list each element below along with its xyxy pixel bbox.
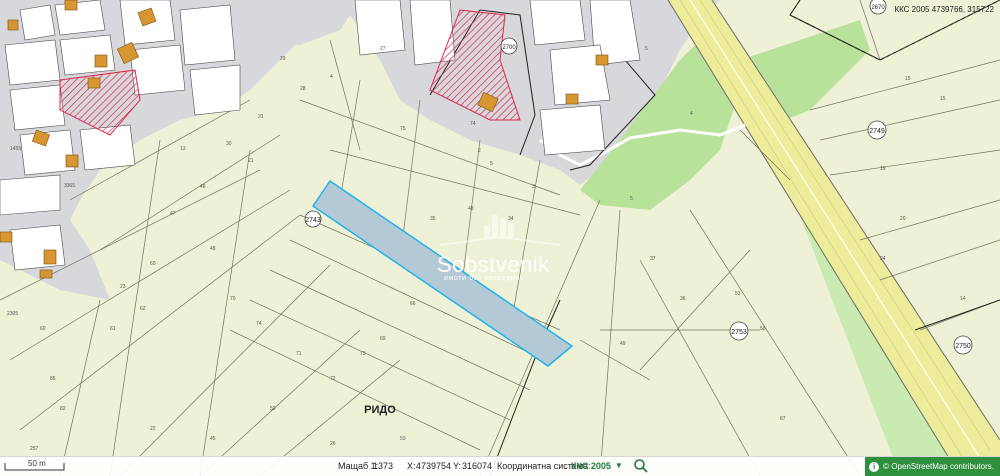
- svg-text:5: 5: [490, 161, 493, 167]
- coordinate-readout: ККС 2005 4739766, 315722: [894, 5, 994, 14]
- svg-text:85: 85: [50, 376, 56, 382]
- svg-text:50: 50: [270, 406, 276, 412]
- svg-text:62: 62: [140, 306, 146, 312]
- parcel-id-2749[interactable]: 2749: [867, 120, 887, 140]
- svg-text:4: 4: [330, 74, 333, 80]
- svg-text:75: 75: [400, 126, 406, 132]
- svg-text:2305: 2305: [7, 311, 18, 317]
- svg-text:48: 48: [468, 206, 474, 212]
- svg-text:47: 47: [170, 211, 176, 217]
- svg-text:73: 73: [360, 351, 366, 357]
- svg-text:45: 45: [210, 436, 216, 442]
- svg-text:27: 27: [380, 46, 386, 52]
- x-label: X:: [407, 461, 416, 471]
- svg-text:69: 69: [380, 336, 386, 342]
- svg-text:3365: 3365: [64, 183, 75, 189]
- place-label: РИДО: [364, 404, 396, 416]
- svg-text:48: 48: [210, 246, 216, 252]
- crs-select[interactable]: ККС 2005 ▼: [571, 459, 623, 472]
- svg-text:2743: 2743: [305, 217, 321, 224]
- attribution[interactable]: i © OpenStreetMap contributors.: [865, 457, 1000, 476]
- svg-text:60: 60: [150, 261, 156, 267]
- svg-text:2700: 2700: [502, 45, 516, 51]
- svg-text:71: 71: [296, 351, 302, 357]
- svg-text:1455: 1455: [10, 146, 21, 152]
- svg-text:46: 46: [200, 184, 206, 190]
- search-icon: [634, 459, 648, 473]
- svg-text:3: 3: [532, 184, 535, 190]
- svg-text:23: 23: [120, 284, 126, 290]
- watermark-tagline: имоти без посредник: [444, 275, 524, 282]
- parcel-id-2753[interactable]: 2753: [729, 321, 749, 341]
- svg-text:74: 74: [256, 321, 262, 327]
- svg-text:15: 15: [940, 96, 946, 102]
- svg-text:5: 5: [630, 196, 633, 202]
- status-bar: 50 m Мащаб 1: 1373 X: 4739754 Y: 316074 …: [0, 456, 1000, 476]
- svg-text:29: 29: [280, 56, 286, 62]
- svg-text:53: 53: [735, 291, 741, 297]
- parcel-id-2700[interactable]: 2700: [500, 37, 518, 55]
- svg-text:15: 15: [905, 76, 911, 82]
- parcel-id-2670[interactable]: 2670: [869, 0, 887, 15]
- attribution-text: © OpenStreetMap contributors.: [883, 462, 994, 471]
- y-label: Y:: [453, 461, 462, 471]
- x-value: 4739754: [416, 461, 452, 471]
- svg-text:53: 53: [400, 436, 406, 442]
- svg-text:28: 28: [300, 86, 306, 92]
- svg-text:19: 19: [880, 166, 886, 172]
- svg-text:13: 13: [180, 146, 186, 152]
- svg-text:5: 5: [645, 46, 648, 52]
- svg-text:72: 72: [330, 376, 336, 382]
- parcel-id-2750[interactable]: 2750: [953, 335, 973, 355]
- svg-text:4: 4: [690, 111, 693, 117]
- info-icon[interactable]: i: [869, 461, 880, 472]
- y-value: 316074: [462, 461, 493, 471]
- svg-text:2: 2: [478, 148, 481, 154]
- svg-text:21: 21: [258, 114, 264, 120]
- svg-text:87: 87: [780, 416, 786, 422]
- scale-value: 1373: [373, 461, 394, 471]
- svg-text:2753: 2753: [731, 329, 747, 336]
- svg-text:66: 66: [410, 301, 416, 307]
- scale-bar-label: 50 m: [28, 459, 46, 468]
- svg-text:60: 60: [40, 326, 46, 332]
- scale-bar: 50 m: [4, 459, 66, 471]
- svg-text:30: 30: [226, 141, 232, 147]
- svg-text:14: 14: [960, 296, 966, 302]
- svg-text:61: 61: [110, 326, 116, 332]
- svg-text:37: 37: [650, 256, 656, 262]
- crs-select-value: ККС 2005: [571, 460, 611, 471]
- svg-text:49: 49: [620, 341, 626, 347]
- svg-text:70: 70: [230, 296, 236, 302]
- svg-text:257: 257: [30, 446, 39, 452]
- svg-text:24: 24: [880, 256, 886, 262]
- svg-text:20: 20: [900, 216, 906, 222]
- svg-text:2749: 2749: [869, 128, 885, 135]
- svg-text:22: 22: [150, 426, 156, 432]
- svg-text:21: 21: [248, 158, 254, 164]
- parcel-id-2743[interactable]: 2743: [304, 210, 322, 228]
- svg-text:26: 26: [330, 441, 336, 447]
- chevron-down-icon: ▼: [614, 461, 623, 470]
- svg-text:36: 36: [680, 296, 686, 302]
- svg-text:74: 74: [470, 121, 476, 127]
- search-button[interactable]: [633, 458, 649, 474]
- svg-text:2750: 2750: [955, 343, 971, 350]
- svg-text:82: 82: [60, 406, 66, 412]
- svg-text:2670: 2670: [871, 5, 885, 11]
- svg-text:58: 58: [760, 326, 766, 332]
